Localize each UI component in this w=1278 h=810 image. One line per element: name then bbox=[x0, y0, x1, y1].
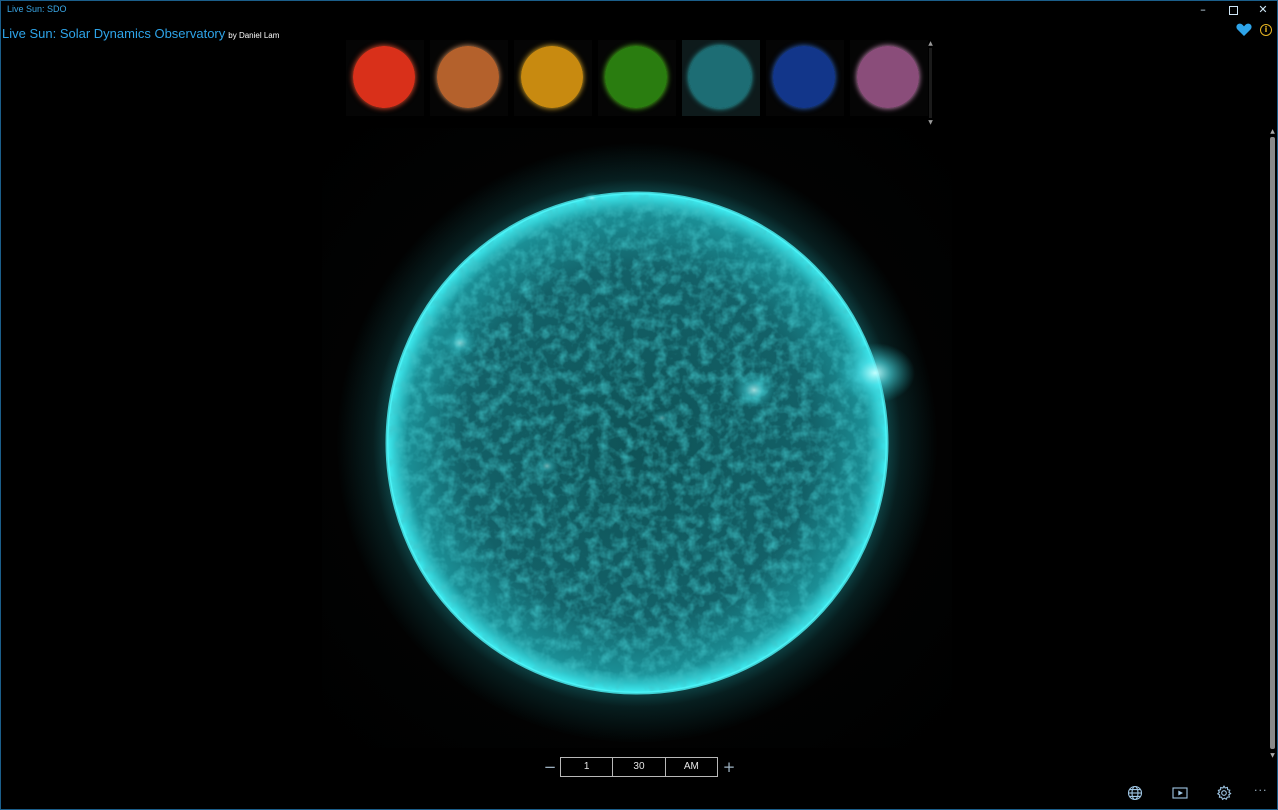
main-scroll-up[interactable]: ▲ bbox=[1268, 128, 1277, 136]
wavelength-thumb-copper[interactable] bbox=[430, 40, 508, 116]
sun-disc-graphic bbox=[337, 143, 937, 743]
gear-icon[interactable] bbox=[1216, 785, 1232, 801]
sun-thumbnail-image bbox=[437, 46, 499, 108]
wavelength-thumb-blue[interactable] bbox=[766, 40, 844, 116]
strip-scroll-up[interactable]: ▲ bbox=[927, 40, 934, 47]
maximize-icon bbox=[1228, 5, 1238, 15]
sun-thumbnail-image bbox=[689, 46, 751, 108]
info-icon[interactable]: i bbox=[1260, 24, 1272, 36]
close-button[interactable]: ✕ bbox=[1248, 0, 1278, 20]
app-author: by Daniel Lam bbox=[228, 31, 280, 40]
period-field[interactable]: AM bbox=[664, 758, 717, 776]
globe-icon[interactable] bbox=[1127, 785, 1143, 801]
minute-field[interactable]: 30 bbox=[612, 758, 664, 776]
sun-thumbnail-image bbox=[773, 46, 835, 108]
heart-icon[interactable] bbox=[1236, 23, 1252, 37]
title-bar: Live Sun: SDO – ✕ bbox=[0, 0, 1278, 20]
wavelength-thumb-green[interactable] bbox=[598, 40, 676, 116]
video-icon[interactable] bbox=[1172, 785, 1188, 801]
wavelength-thumb-gold[interactable] bbox=[514, 40, 592, 116]
main-scroll-thumb[interactable] bbox=[1270, 137, 1275, 749]
sun-thumbnail-image bbox=[605, 46, 667, 108]
strip-scroll-down[interactable]: ▼ bbox=[927, 119, 934, 126]
time-picker[interactable]: 1 30 AM bbox=[560, 757, 718, 777]
sun-thumbnail-image bbox=[857, 46, 919, 108]
strip-scroll-track[interactable] bbox=[929, 48, 932, 118]
main-scrollbar[interactable]: ▲ ▼ bbox=[1268, 128, 1277, 760]
main-scroll-down[interactable]: ▼ bbox=[1268, 752, 1277, 760]
minimize-button[interactable]: – bbox=[1188, 0, 1218, 20]
more-options-button[interactable]: ··· bbox=[1254, 785, 1270, 801]
time-decrement-button[interactable]: − bbox=[542, 759, 558, 775]
wavelength-strip bbox=[346, 40, 928, 118]
sun-image bbox=[322, 128, 952, 748]
window-title: Live Sun: SDO bbox=[7, 4, 67, 14]
wavelength-thumb-red[interactable] bbox=[346, 40, 424, 116]
sun-thumbnail-image bbox=[521, 46, 583, 108]
wavelength-thumb-pink[interactable] bbox=[850, 40, 928, 116]
time-increment-button[interactable]: + bbox=[721, 759, 737, 775]
strip-scrollbar[interactable]: ▲ ▼ bbox=[927, 40, 934, 126]
wavelength-thumb-teal[interactable] bbox=[682, 40, 760, 116]
app-header: Live Sun: Solar Dynamics Observatory by D… bbox=[2, 23, 279, 42]
maximize-button[interactable] bbox=[1218, 0, 1248, 20]
sun-thumbnail-image bbox=[353, 46, 415, 108]
app-title: Live Sun: Solar Dynamics Observatory bbox=[2, 26, 226, 41]
hour-field[interactable]: 1 bbox=[561, 758, 612, 776]
